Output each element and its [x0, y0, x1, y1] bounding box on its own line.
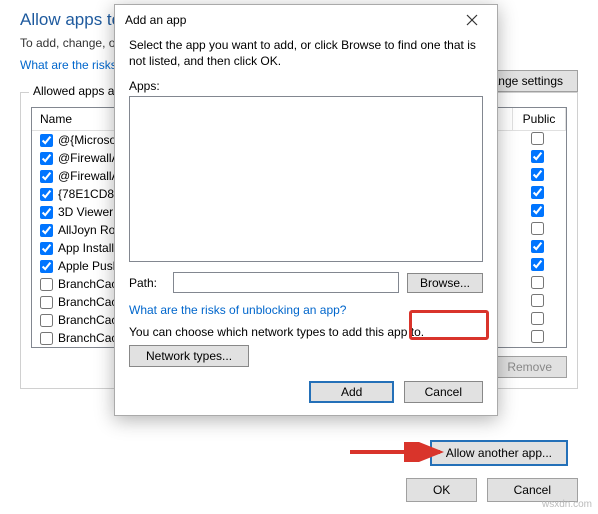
ok-button[interactable]: OK	[406, 478, 477, 502]
row-public-checkbox[interactable]	[531, 294, 544, 307]
row-enable-checkbox[interactable]	[40, 170, 53, 183]
add-app-dialog: Add an app Select the app you want to ad…	[114, 4, 498, 416]
row-public-checkbox[interactable]	[531, 276, 544, 289]
watermark: wsxdn.com	[542, 499, 592, 510]
row-enable-checkbox[interactable]	[40, 152, 53, 165]
unblock-risks-link[interactable]: What are the risks of unblocking an app?	[129, 303, 346, 317]
row-enable-checkbox[interactable]	[40, 134, 53, 147]
dialog-title: Add an app	[125, 13, 186, 27]
col-public[interactable]: Public	[513, 108, 566, 130]
row-public-checkbox[interactable]	[531, 150, 544, 163]
allowed-apps-group-label: Allowed apps an	[29, 84, 125, 98]
row-public-checkbox[interactable]	[531, 330, 544, 343]
browse-button[interactable]: Browse...	[407, 273, 483, 293]
annotation-arrow	[350, 442, 450, 462]
row-public-checkbox[interactable]	[531, 132, 544, 145]
apps-label: Apps:	[129, 79, 483, 93]
row-enable-checkbox[interactable]	[40, 332, 53, 345]
row-public-checkbox[interactable]	[531, 204, 544, 217]
row-public-checkbox[interactable]	[531, 186, 544, 199]
row-enable-checkbox[interactable]	[40, 206, 53, 219]
row-public-checkbox[interactable]	[531, 168, 544, 181]
apps-listbox[interactable]	[129, 96, 483, 262]
path-input[interactable]	[173, 272, 399, 293]
row-public-checkbox[interactable]	[531, 222, 544, 235]
row-enable-checkbox[interactable]	[40, 314, 53, 327]
row-enable-checkbox[interactable]	[40, 278, 53, 291]
row-public-checkbox[interactable]	[531, 258, 544, 271]
row-enable-checkbox[interactable]	[40, 260, 53, 273]
path-label: Path:	[129, 276, 165, 290]
network-types-text: You can choose which network types to ad…	[129, 325, 483, 339]
row-public-checkbox[interactable]	[531, 240, 544, 253]
add-button[interactable]: Add	[309, 381, 394, 403]
row-enable-checkbox[interactable]	[40, 224, 53, 237]
row-enable-checkbox[interactable]	[40, 296, 53, 309]
row-enable-checkbox[interactable]	[40, 188, 53, 201]
row-public-checkbox[interactable]	[531, 312, 544, 325]
close-icon[interactable]	[457, 14, 487, 26]
network-types-button[interactable]: Network types...	[129, 345, 249, 367]
dialog-description: Select the app you want to add, or click…	[129, 37, 483, 69]
remove-button[interactable]: Remove	[492, 356, 567, 378]
row-enable-checkbox[interactable]	[40, 242, 53, 255]
allow-another-app-button[interactable]: Allow another app...	[430, 440, 568, 466]
dialog-cancel-button[interactable]: Cancel	[404, 381, 483, 403]
